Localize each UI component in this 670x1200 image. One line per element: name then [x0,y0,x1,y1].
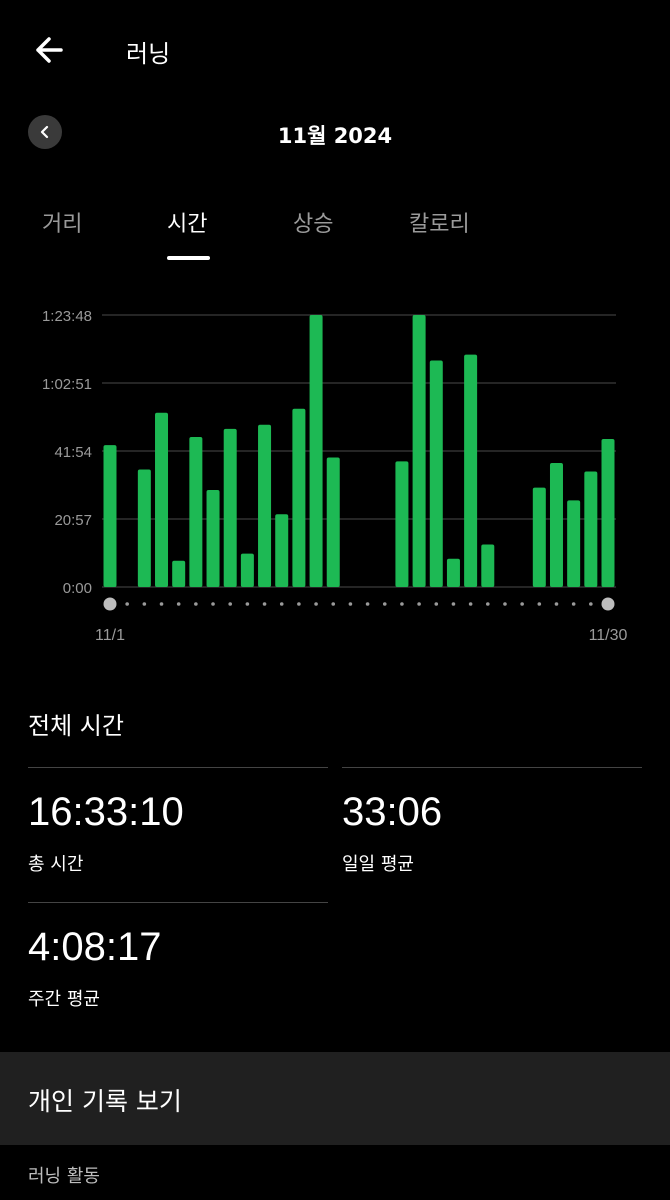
personal-records-label: 개인 기록 보기 [28,1087,182,1116]
x-tick-label: 11/1 [95,627,125,644]
chart-bar [464,354,478,587]
x-axis-endpoint [601,597,615,611]
x-axis-dot [125,602,129,606]
back-button[interactable] [30,30,70,70]
x-axis-dot [348,602,353,606]
x-axis-dot [194,602,198,606]
arrow-left-icon [36,37,63,63]
x-axis-dot [503,602,507,606]
weekly-average-label: 주간 평균 [28,989,100,1010]
chart-bar [326,457,340,587]
chart-canvas: 0:00 20:57 41:54 1:02:51 1:23:48 11/1 11/30 [42,308,628,644]
x-axis-dot [589,602,593,606]
x-axis-dot [451,602,456,606]
page-title: 러닝 [126,40,171,68]
x-axis-dot [382,602,387,606]
divider [28,767,328,768]
tab-time[interactable]: 시간 [167,206,207,238]
x-axis-dot [434,602,439,606]
chart-bar [155,412,169,587]
tab-distance[interactable]: 거리 [42,206,82,238]
tab-calories[interactable]: 칼로리 [409,206,470,238]
chart-bar [137,469,151,587]
chart-bar [567,500,581,587]
metric-tabs: 거리 시간 상승 칼로리 [0,200,670,264]
x-axis-dot [176,602,181,606]
chart-bar [275,514,289,587]
weekly-average-value: 4:08:17 [28,925,162,969]
y-tick-label: 1:23:48 [42,308,92,325]
x-axis-dot [468,602,473,606]
x-axis-dot [400,602,404,606]
divider [28,902,328,903]
x-axis-dot [485,602,490,606]
chart-bar [240,553,254,587]
daily-average-label: 일일 평균 [342,854,414,875]
chart-bar [172,560,186,587]
x-axis-dot [142,602,147,606]
x-axis-dot [297,602,301,606]
chart-bar [532,487,546,587]
active-tab-indicator [167,256,210,260]
x-axis-dot [159,602,164,606]
chart-bar [412,315,426,587]
x-axis-dot [279,602,284,606]
month-label: 11월 2024 [277,124,393,148]
x-axis-dot [211,602,215,606]
divider [342,767,642,768]
x-axis-dot [365,602,370,606]
chart-bar [292,408,306,587]
chart-bar [395,461,409,587]
personal-records-button[interactable]: 개인 기록 보기 [0,1052,670,1145]
chart-bar [223,428,237,587]
x-axis-dot [331,602,336,606]
tab-elevation[interactable]: 상승 [293,206,333,238]
month-selector: 11월 2024 [0,110,670,156]
app-header: 러닝 [0,0,670,100]
x-axis-dot [245,602,250,606]
x-axis-dot [314,602,318,606]
x-axis-dot [228,602,233,606]
chart-bar [189,437,203,587]
x-axis-endpoint [103,597,117,611]
chart-bar [584,471,598,587]
chart-bar [103,445,117,587]
total-time-label: 총 시간 [28,854,84,875]
chart-bar [309,315,323,587]
x-axis-dot [417,602,421,606]
chart-bar [601,438,615,587]
section-title: 전체 시간 [28,712,124,740]
x-axis-dot [520,602,524,606]
x-axis-dot [537,602,542,606]
y-tick-label: 1:02:51 [42,376,92,393]
daily-average-value: 33:06 [342,790,443,834]
chart-bar [446,558,460,587]
x-axis-dot [571,602,576,606]
chart-bar [206,489,220,587]
y-tick-label: 20:57 [54,512,92,529]
total-time-value: 16:33:10 [28,790,184,834]
chart-bar [549,463,563,587]
chart-bar [481,544,495,587]
chart-bar [429,360,443,587]
y-tick-label: 0:00 [63,580,92,597]
x-tick-label: 11/30 [589,627,628,644]
x-axis-dot [262,602,267,606]
y-tick-label: 41:54 [54,444,92,461]
running-activity-heading: 러닝 활동 [28,1166,100,1187]
time-bar-chart: 0:00 20:57 41:54 1:02:51 1:23:48 11/1 11/30 [0,290,670,660]
x-axis-dot [554,602,559,606]
chart-bar [258,424,272,587]
